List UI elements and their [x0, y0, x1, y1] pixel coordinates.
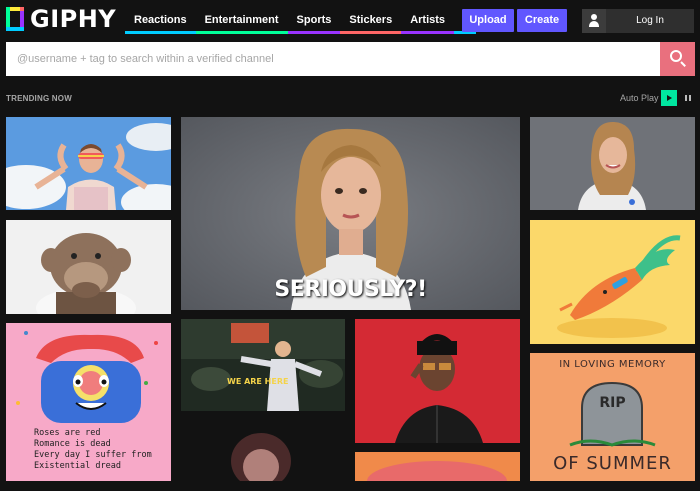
- search-input[interactable]: [6, 42, 660, 76]
- gif-tile-dance[interactable]: WE ARE HERE: [181, 319, 345, 411]
- memorial-bottom-text: OF SUMMER: [553, 453, 672, 474]
- gif-image: [181, 421, 345, 481]
- gif-tile-smiling-girl[interactable]: [530, 117, 695, 210]
- nav-underline: [195, 31, 288, 34]
- gif-caption: WE ARE HERE: [227, 377, 289, 386]
- autoplay-pause-button[interactable]: [680, 90, 696, 106]
- nav-sports[interactable]: Sports: [287, 10, 341, 34]
- tombstone-text: RIP: [599, 395, 626, 411]
- nav-label: Reactions: [134, 14, 187, 26]
- gif-tile-rainbow-glasses[interactable]: [6, 117, 171, 210]
- play-icon: [667, 95, 672, 101]
- gif-tile-seriously[interactable]: SERIOUSLY?!: [181, 117, 520, 310]
- search-bar: [6, 42, 695, 76]
- gif-image: [6, 220, 171, 314]
- poem-line: Roses are red: [34, 428, 101, 438]
- giphy-logo-icon: [6, 7, 26, 31]
- poem-text: Roses are red Romance is dead Every day …: [34, 428, 152, 472]
- top-bar: GIPHY Reactions Entertainment Sports Sti…: [0, 0, 700, 40]
- gif-image: [355, 319, 520, 443]
- create-button[interactable]: Create: [517, 9, 567, 32]
- gif-image: [530, 220, 695, 344]
- poem-line: Every day I suffer from: [34, 450, 152, 460]
- logo-text: GIPHY: [30, 5, 117, 33]
- gif-image: [355, 452, 520, 481]
- upload-button[interactable]: Upload: [462, 9, 514, 32]
- giphy-logo[interactable]: GIPHY: [6, 7, 116, 31]
- nav-underline: [287, 31, 341, 34]
- gif-tile-dark-portrait[interactable]: [181, 421, 345, 481]
- poem-line: Romance is dead: [34, 439, 111, 449]
- search-button[interactable]: [660, 42, 695, 76]
- nav-artists[interactable]: Artists: [401, 10, 455, 34]
- nav-stickers[interactable]: Stickers: [340, 10, 402, 34]
- autoplay-play-button[interactable]: [661, 90, 677, 106]
- memorial-top-text: IN LOVING MEMORY: [559, 359, 666, 370]
- nav-underline: [340, 31, 402, 34]
- nav-label: Artists: [410, 14, 446, 26]
- nav-underline: [125, 31, 196, 34]
- nav-label: Stickers: [349, 14, 393, 26]
- user-icon: [582, 9, 606, 33]
- nav-reactions[interactable]: Reactions: [125, 10, 196, 34]
- trending-title: TRENDING NOW: [6, 94, 72, 103]
- gif-tile-monkey[interactable]: [6, 220, 171, 314]
- login-label: Log In: [636, 15, 664, 26]
- main-nav: Reactions Entertainment Sports Stickers …: [125, 10, 477, 34]
- gif-tile-carrot[interactable]: [530, 220, 695, 344]
- login-button[interactable]: Log In: [582, 9, 694, 33]
- nav-underline: [401, 31, 455, 34]
- gif-tile-sunglasses[interactable]: [355, 319, 520, 443]
- gif-image: [530, 117, 695, 210]
- autoplay-label: Auto Play: [620, 93, 659, 103]
- gif-tile-phone-poem[interactable]: Roses are red Romance is dead Every day …: [6, 323, 171, 481]
- nav-entertainment[interactable]: Entertainment: [195, 10, 288, 34]
- gif-image: [181, 319, 345, 411]
- gif-tile-orange[interactable]: [355, 452, 520, 481]
- nav-label: Entertainment: [204, 14, 279, 26]
- gif-image: [6, 117, 171, 210]
- gif-caption: SERIOUSLY?!: [274, 277, 427, 302]
- poem-line: Existential dread: [34, 461, 121, 471]
- nav-label: Sports: [296, 14, 332, 26]
- gif-tile-rip-summer[interactable]: IN LOVING MEMORY RIP OF SUMMER: [530, 353, 695, 481]
